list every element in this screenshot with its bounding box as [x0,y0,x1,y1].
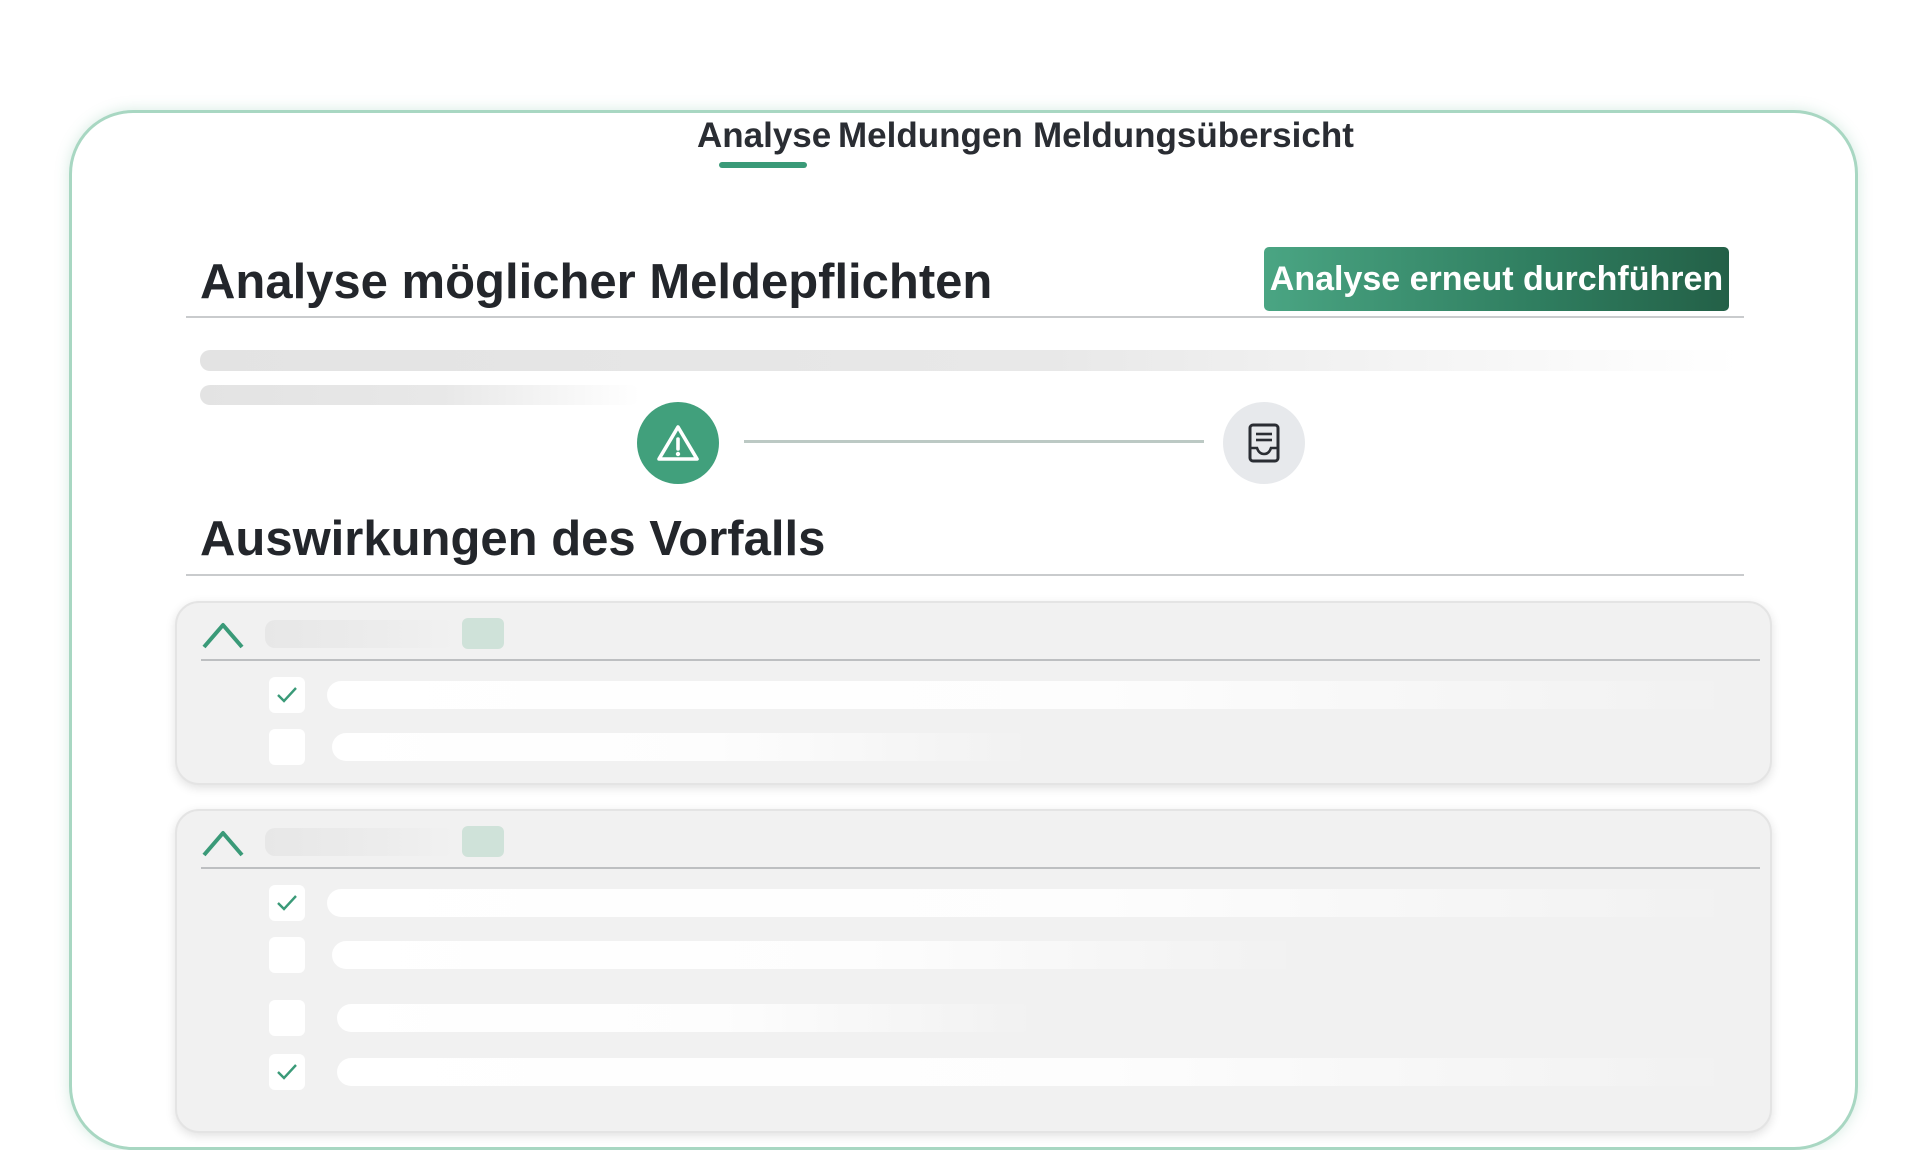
item-text-skeleton [332,941,1302,969]
impact-checkbox[interactable] [269,885,305,921]
group-badge [462,618,504,649]
rerun-analysis-button[interactable]: Analyse erneut durchführen [1264,247,1729,311]
item-text-skeleton [327,889,1737,917]
impact-group-card [175,809,1772,1133]
impact-divider [186,574,1744,576]
impact-group-card [175,601,1772,785]
analysis-title: Analyse möglicher Meldepflichten [200,255,993,309]
item-text-skeleton [337,1004,1037,1032]
step-warning[interactable] [637,402,719,484]
tab-bar: Analyse Meldungen Meldungsübersicht [0,116,1920,176]
group-badge [462,826,504,857]
group-title-skeleton [265,828,455,856]
analysis-divider [186,316,1744,318]
stepper-connector [744,440,1204,443]
impact-checkbox[interactable] [269,1000,305,1036]
check-icon [277,895,297,911]
description-skeleton-line [200,385,640,405]
active-tab-indicator [719,162,807,168]
tab-meldungsuebersicht[interactable]: Meldungsübersicht [1033,116,1354,156]
impact-checkbox[interactable] [269,729,305,765]
impact-checkbox[interactable] [269,937,305,973]
chevron-up-icon[interactable] [200,619,246,651]
group-divider [201,867,1760,869]
step-report[interactable] [1223,402,1305,484]
item-text-skeleton [332,733,1032,761]
item-text-skeleton [327,681,1737,709]
chevron-up-icon[interactable] [200,827,246,859]
tab-meldungen[interactable]: Meldungen [838,116,1023,156]
group-title-skeleton [265,620,455,648]
impact-checkbox[interactable] [269,1054,305,1090]
item-text-skeleton [337,1058,1737,1086]
warning-icon [657,425,699,461]
check-icon [277,1064,297,1080]
tab-analyse[interactable]: Analyse [697,116,831,156]
impact-title: Auswirkungen des Vorfalls [200,512,826,566]
description-skeleton-line [200,350,1740,371]
group-divider [201,659,1760,661]
impact-checkbox[interactable] [269,677,305,713]
check-icon [277,687,297,703]
report-icon [1248,423,1280,463]
